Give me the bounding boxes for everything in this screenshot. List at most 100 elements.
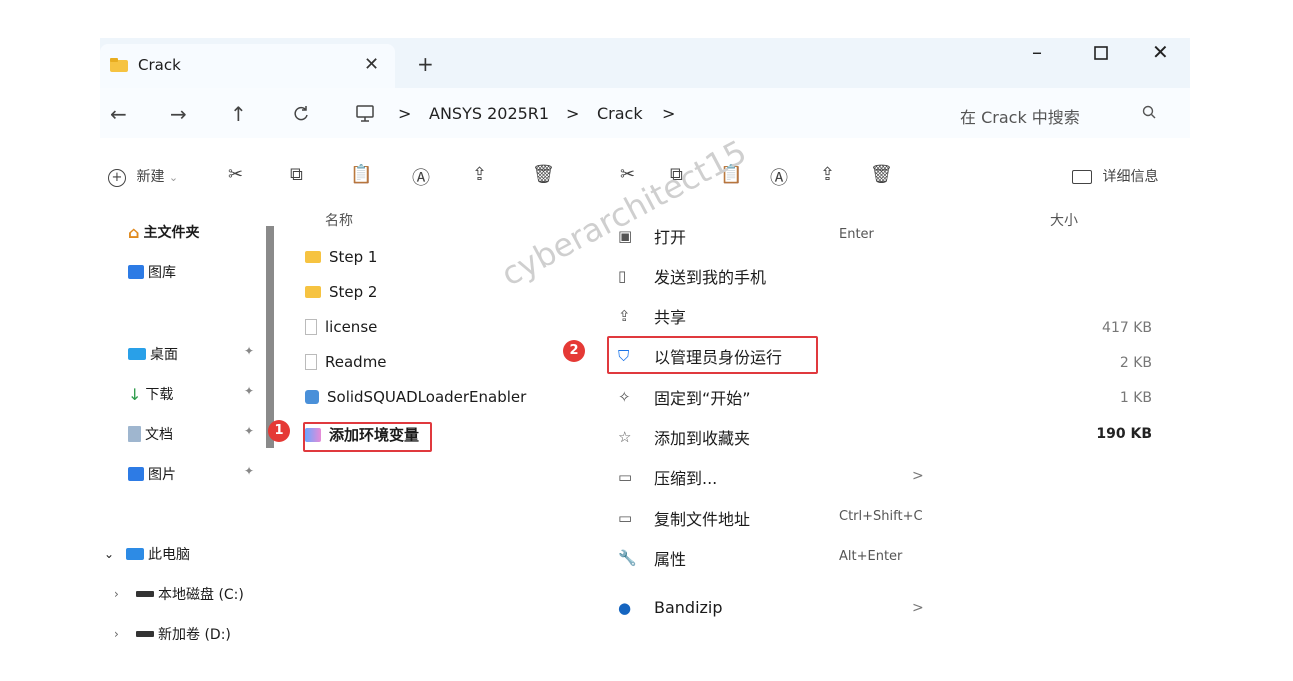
menu-item-pin-to-start[interactable]: ✧ 固定到“开始”	[618, 385, 751, 409]
chevron-right-icon: ›	[114, 627, 119, 641]
share-icon[interactable]: ⇪	[472, 164, 487, 185]
rename-icon[interactable]: Ⓐ	[412, 164, 430, 190]
menu-item-label: 发送到我的手机	[654, 268, 767, 287]
drive-icon	[136, 631, 154, 637]
new-tab-button[interactable]: +	[417, 52, 434, 76]
file-name: SolidSQUADLoaderEnabler	[327, 388, 527, 406]
tab-crack[interactable]: Crack ✕	[100, 44, 395, 88]
menu-item-compress[interactable]: ▭ 压缩到...	[618, 465, 717, 489]
delete-icon[interactable]: 🗑	[532, 164, 555, 185]
menu-item-send-to-phone[interactable]: ▯ 发送到我的手机	[618, 264, 766, 288]
documents-icon	[128, 426, 141, 442]
sidebar-item-pictures[interactable]: 图片	[128, 464, 176, 484]
text-file-icon	[305, 354, 317, 370]
cut-icon[interactable]: ✂	[620, 164, 635, 185]
copy-path-icon: ▭	[618, 509, 633, 527]
new-button[interactable]: + 新建 ⌄	[108, 166, 178, 187]
tab-close-icon[interactable]: ✕	[364, 54, 379, 75]
tab-bar: Crack ✕ + – ✕	[100, 38, 1190, 88]
new-label: 新建	[136, 169, 165, 185]
sidebar-item-label: 下载	[145, 387, 174, 403]
back-button[interactable]: ←	[110, 102, 127, 126]
file-icon	[305, 319, 317, 335]
menu-item-label: 添加到收藏夹	[654, 429, 751, 448]
share-icon[interactable]: ⇪	[820, 164, 835, 185]
menu-item-label: 压缩到...	[654, 469, 718, 488]
breadcrumb-separator: >	[566, 104, 580, 123]
sidebar-item-drive-c[interactable]: › 本地磁盘 (C:)	[114, 584, 244, 604]
maximize-button[interactable]	[1094, 40, 1108, 65]
search-icon[interactable]	[1142, 104, 1156, 123]
refresh-button[interactable]	[292, 102, 310, 128]
tab-title: Crack	[138, 56, 181, 74]
menu-item-bandizip[interactable]: ● Bandizip	[618, 598, 723, 617]
submenu-arrow-icon: >	[912, 468, 924, 484]
details-button[interactable]: 详细信息	[1072, 166, 1158, 186]
sidebar-item-label: 本地磁盘 (C:)	[158, 587, 244, 603]
menu-item-label: 共享	[654, 308, 687, 327]
list-item[interactable]: SolidSQUADLoaderEnabler	[305, 388, 526, 406]
zip-icon: ▭	[618, 468, 633, 486]
pin-icon: ✦	[244, 344, 255, 358]
menu-item-label: 固定到“开始”	[654, 389, 751, 408]
list-item[interactable]: Readme	[305, 353, 387, 371]
file-size: 2 KB	[1119, 355, 1152, 371]
delete-icon[interactable]: 🗑	[870, 164, 893, 185]
star-icon: ☆	[618, 428, 632, 446]
list-item[interactable]: Step 2	[305, 283, 377, 301]
search-input[interactable]: 在 Crack 中搜索	[960, 104, 1080, 128]
rename-icon[interactable]: Ⓐ	[770, 164, 788, 190]
home-icon: ⌂	[128, 222, 140, 242]
paste-icon[interactable]: 📋	[350, 164, 372, 185]
sidebar-item-gallery[interactable]: 图库	[128, 262, 176, 282]
file-name: Step 2	[329, 283, 378, 301]
phone-icon: ▯	[618, 267, 627, 285]
minimize-button[interactable]: –	[1032, 40, 1042, 64]
copy-icon[interactable]: ⧉	[290, 164, 303, 185]
sidebar-item-desktop[interactable]: 桌面	[128, 344, 178, 364]
folder-icon	[305, 251, 321, 263]
cut-icon[interactable]: ✂	[228, 164, 243, 185]
sidebar-item-label: 文档	[145, 427, 173, 443]
pin-icon: ✦	[244, 384, 255, 398]
menu-item-copy-path[interactable]: ▭ 复制文件地址	[618, 506, 750, 530]
file-size: 417 KB	[1102, 320, 1152, 336]
shortcut-text: Ctrl+Shift+C	[839, 509, 923, 524]
file-size: 1 KB	[1119, 390, 1152, 406]
menu-item-add-favorites[interactable]: ☆ 添加到收藏夹	[618, 425, 750, 449]
sidebar-item-label: 图库	[148, 265, 176, 281]
file-name: Step 1	[329, 248, 378, 266]
this-pc-icon[interactable]	[355, 102, 375, 128]
sidebar-item-drive-d[interactable]: › 新加卷 (D:)	[114, 624, 231, 643]
sidebar-scrollbar[interactable]	[266, 226, 274, 448]
breadcrumb-ansys[interactable]: ANSYS 2025R1	[429, 104, 549, 123]
list-item[interactable]: Step 1	[305, 248, 377, 266]
plus-circle-icon: +	[108, 169, 126, 187]
step-badge-2: 2	[563, 340, 585, 362]
breadcrumb-crack[interactable]: Crack	[597, 104, 643, 123]
menu-item-share[interactable]: ⇪ 共享	[618, 304, 686, 328]
menu-item-label: Bandizip	[654, 598, 723, 617]
sidebar-item-documents[interactable]: 文档	[128, 424, 173, 444]
address-bar: ← → ↑ > ANSYS 2025R1 > Crack > 在 Crack 中…	[100, 88, 1190, 138]
file-name: Readme	[325, 353, 387, 371]
list-item[interactable]: license	[305, 318, 377, 336]
column-header-name[interactable]: 名称	[325, 210, 353, 230]
chevron-down-icon: ⌄	[168, 171, 179, 184]
breadcrumb-separator[interactable]: >	[662, 104, 675, 123]
sidebar-item-downloads[interactable]: ↓ 下载	[128, 384, 173, 404]
column-header-size[interactable]: 大小	[1050, 210, 1078, 230]
chevron-down-icon: ⌄	[104, 547, 115, 561]
sidebar-item-home[interactable]: ⌂ 主文件夹	[128, 222, 199, 242]
up-button[interactable]: ↑	[230, 102, 247, 126]
sidebar-item-this-pc[interactable]: ⌄ 此电脑	[104, 544, 190, 564]
folder-icon	[305, 286, 321, 298]
pin-icon: ✧	[618, 388, 631, 406]
app-icon	[305, 390, 319, 404]
sidebar-item-label: 主文件夹	[143, 225, 200, 241]
pin-icon: ✦	[244, 464, 255, 478]
close-button[interactable]: ✕	[1152, 40, 1169, 64]
drive-icon	[136, 591, 154, 597]
menu-item-properties[interactable]: 🔧 属性	[618, 546, 686, 570]
forward-button[interactable]: →	[170, 102, 187, 126]
